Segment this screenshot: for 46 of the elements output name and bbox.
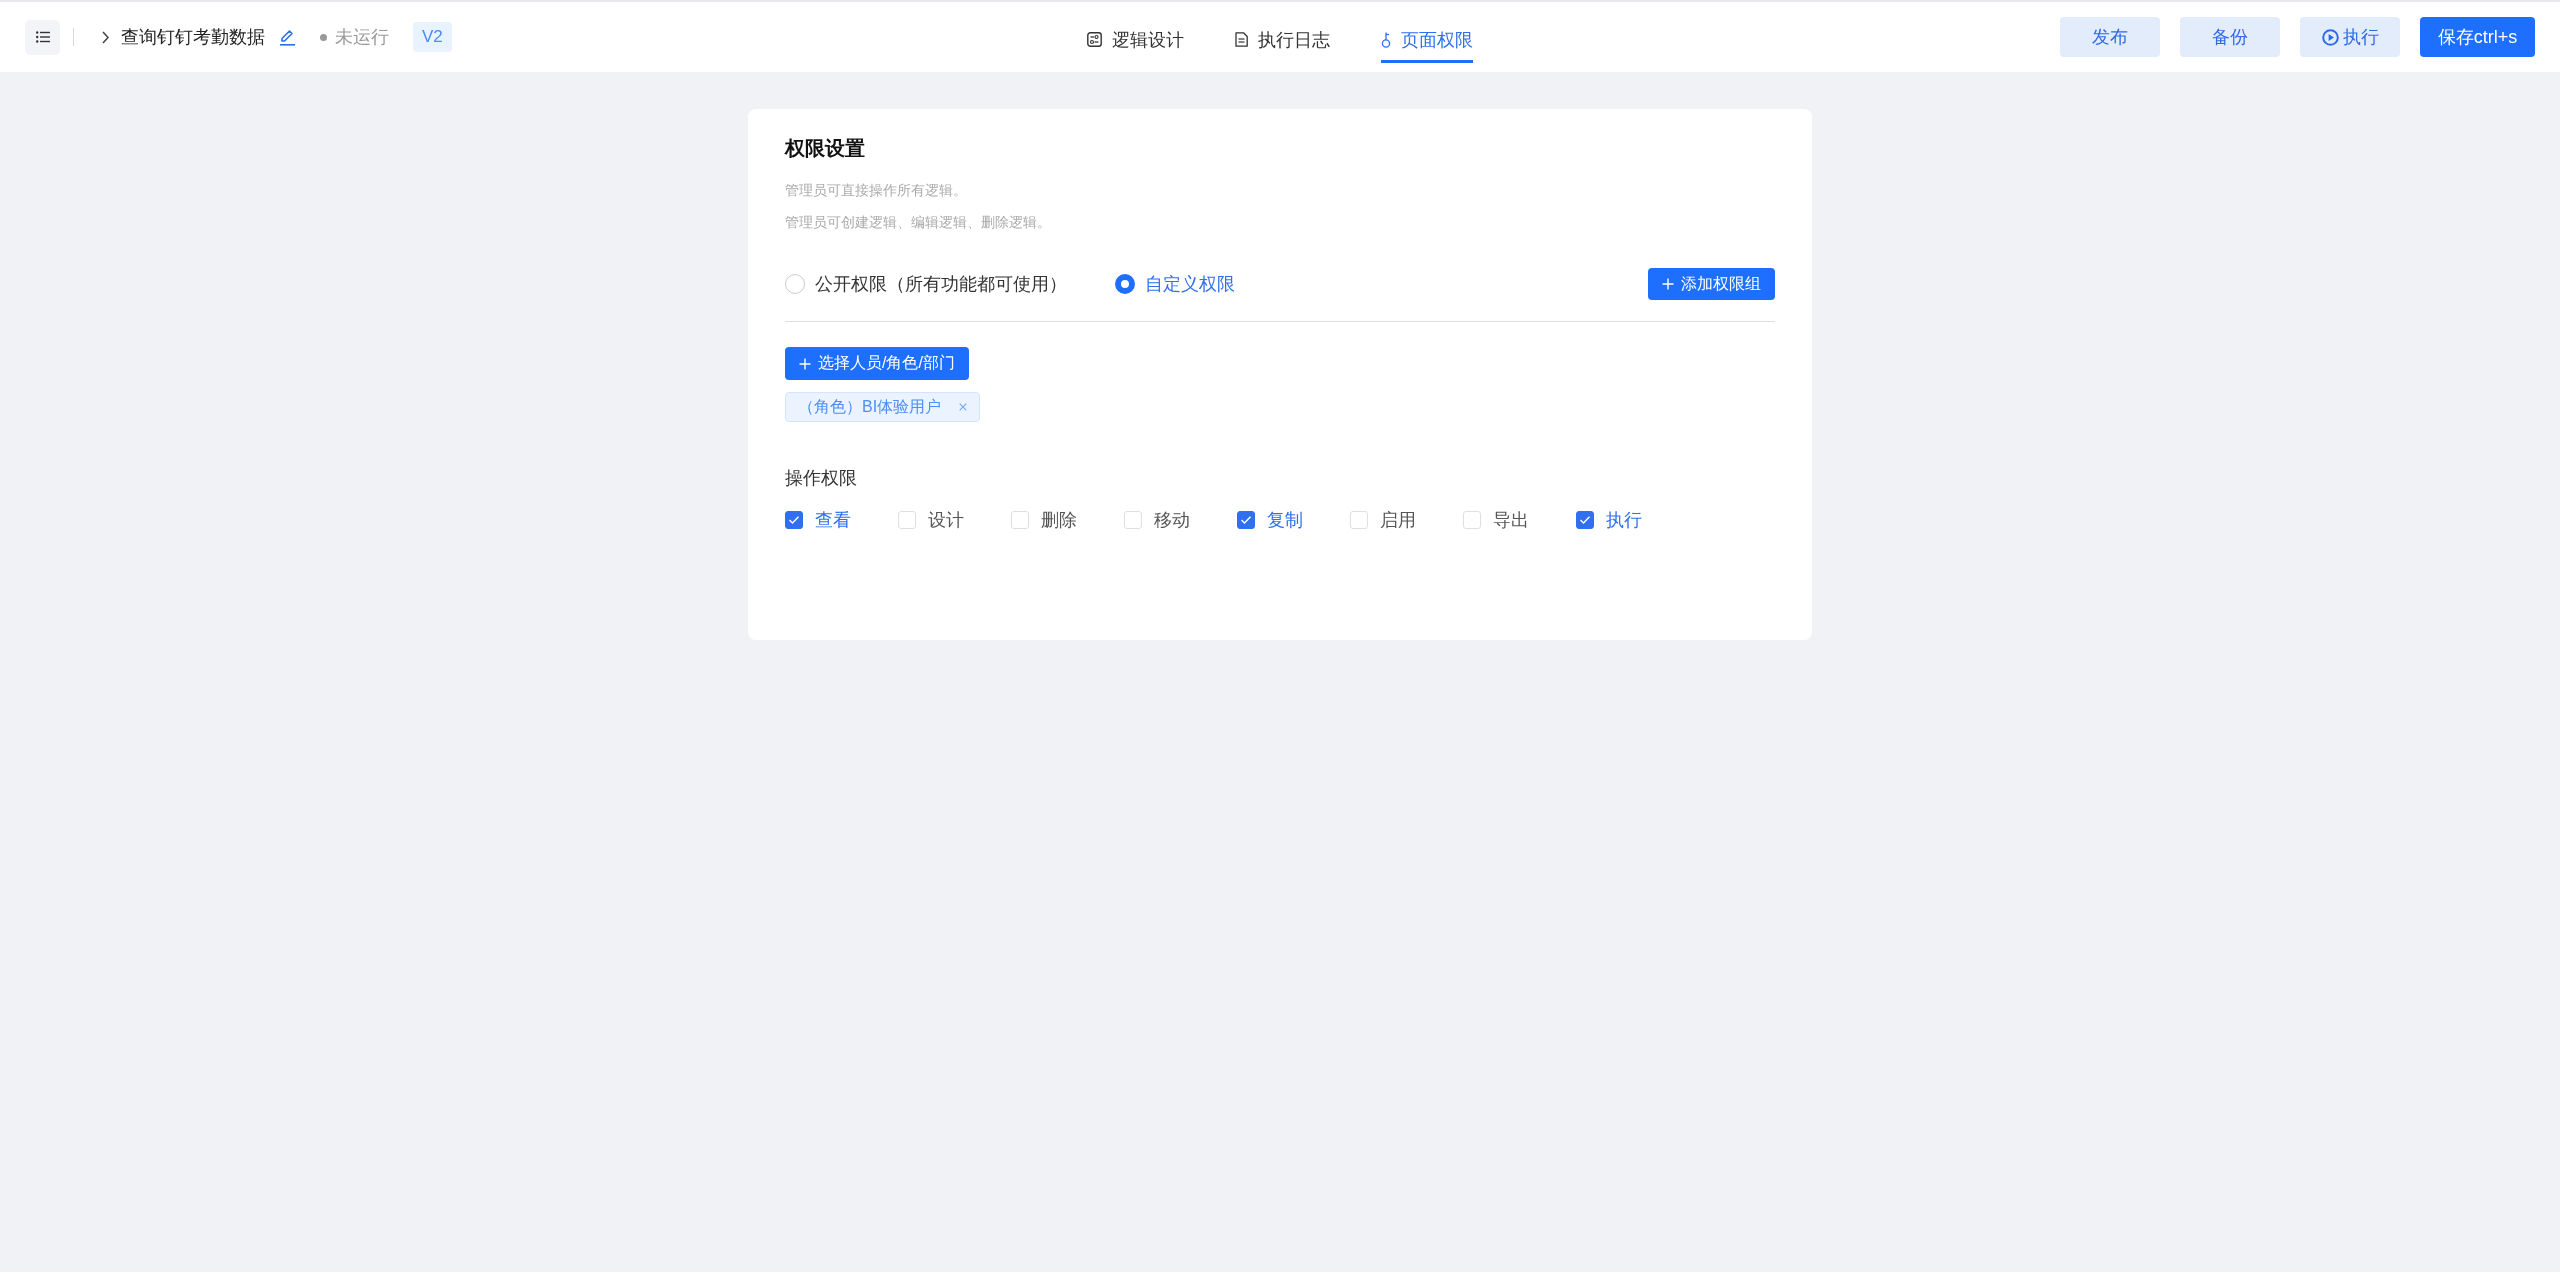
action-button[interactable]: 发布 xyxy=(2060,17,2160,57)
radio-label[interactable]: 公开权限（所有功能都可使用） xyxy=(815,272,1067,296)
check-icon xyxy=(1240,515,1252,525)
checkbox-label[interactable]: 删除 xyxy=(1041,508,1077,532)
tab[interactable]: 页面权限 xyxy=(1381,19,1473,63)
radio-button[interactable] xyxy=(1115,274,1135,294)
tab[interactable]: 逻辑设计 xyxy=(1087,19,1184,63)
menu-button[interactable] xyxy=(25,19,60,55)
member-name: （角色）BI体验用户 xyxy=(798,396,942,417)
add-group-button[interactable]: 添加权限组 xyxy=(1648,268,1775,300)
plus-icon xyxy=(1662,278,1674,290)
action-button[interactable]: 执行 xyxy=(2300,17,2400,57)
card-title: 权限设置 xyxy=(785,136,866,161)
checkbox[interactable] xyxy=(1237,511,1255,529)
checkbox-label[interactable]: 查看 xyxy=(815,508,851,532)
checkbox-label[interactable]: 执行 xyxy=(1606,508,1642,532)
pencil-icon[interactable] xyxy=(279,28,296,46)
flow-title: 查询钉钉考勤数据 xyxy=(121,26,265,49)
plus-icon xyxy=(799,357,811,370)
status-text: 未运行 xyxy=(335,26,389,49)
document-icon xyxy=(1235,32,1248,47)
select-members-button[interactable]: 选择人员/角色/部门 xyxy=(785,347,969,380)
key-icon xyxy=(1381,31,1391,48)
status-dot-icon xyxy=(320,33,327,41)
radio-button[interactable] xyxy=(785,274,805,294)
check-icon xyxy=(1579,515,1591,525)
action-button[interactable]: 备份 xyxy=(2180,17,2280,57)
checkbox[interactable] xyxy=(1576,511,1594,529)
checkbox-label[interactable]: 启用 xyxy=(1380,508,1416,532)
switch-panel-icon xyxy=(1087,32,1102,47)
list-icon xyxy=(35,31,50,43)
checkbox-label[interactable]: 移动 xyxy=(1154,508,1190,532)
play-circle-icon xyxy=(2321,28,2339,46)
checkbox-label[interactable]: 复制 xyxy=(1267,508,1303,532)
checkbox[interactable] xyxy=(785,511,803,529)
checkbox-label[interactable]: 导出 xyxy=(1493,508,1529,532)
tab[interactable]: 执行日志 xyxy=(1235,19,1330,63)
chevron-right-icon[interactable] xyxy=(102,30,109,44)
save-button[interactable]: 保存ctrl+s xyxy=(2420,17,2535,57)
version-tag: V2 xyxy=(413,22,452,52)
description-text: 管理员可直接操作所有逻辑。 xyxy=(785,181,968,200)
check-icon xyxy=(788,515,800,525)
checkbox-label[interactable]: 设计 xyxy=(928,508,964,532)
radio-label[interactable]: 自定义权限 xyxy=(1145,272,1235,296)
section-label: 操作权限 xyxy=(785,467,858,490)
description-text: 管理员可创建逻辑、编辑逻辑、删除逻辑。 xyxy=(785,213,1052,232)
